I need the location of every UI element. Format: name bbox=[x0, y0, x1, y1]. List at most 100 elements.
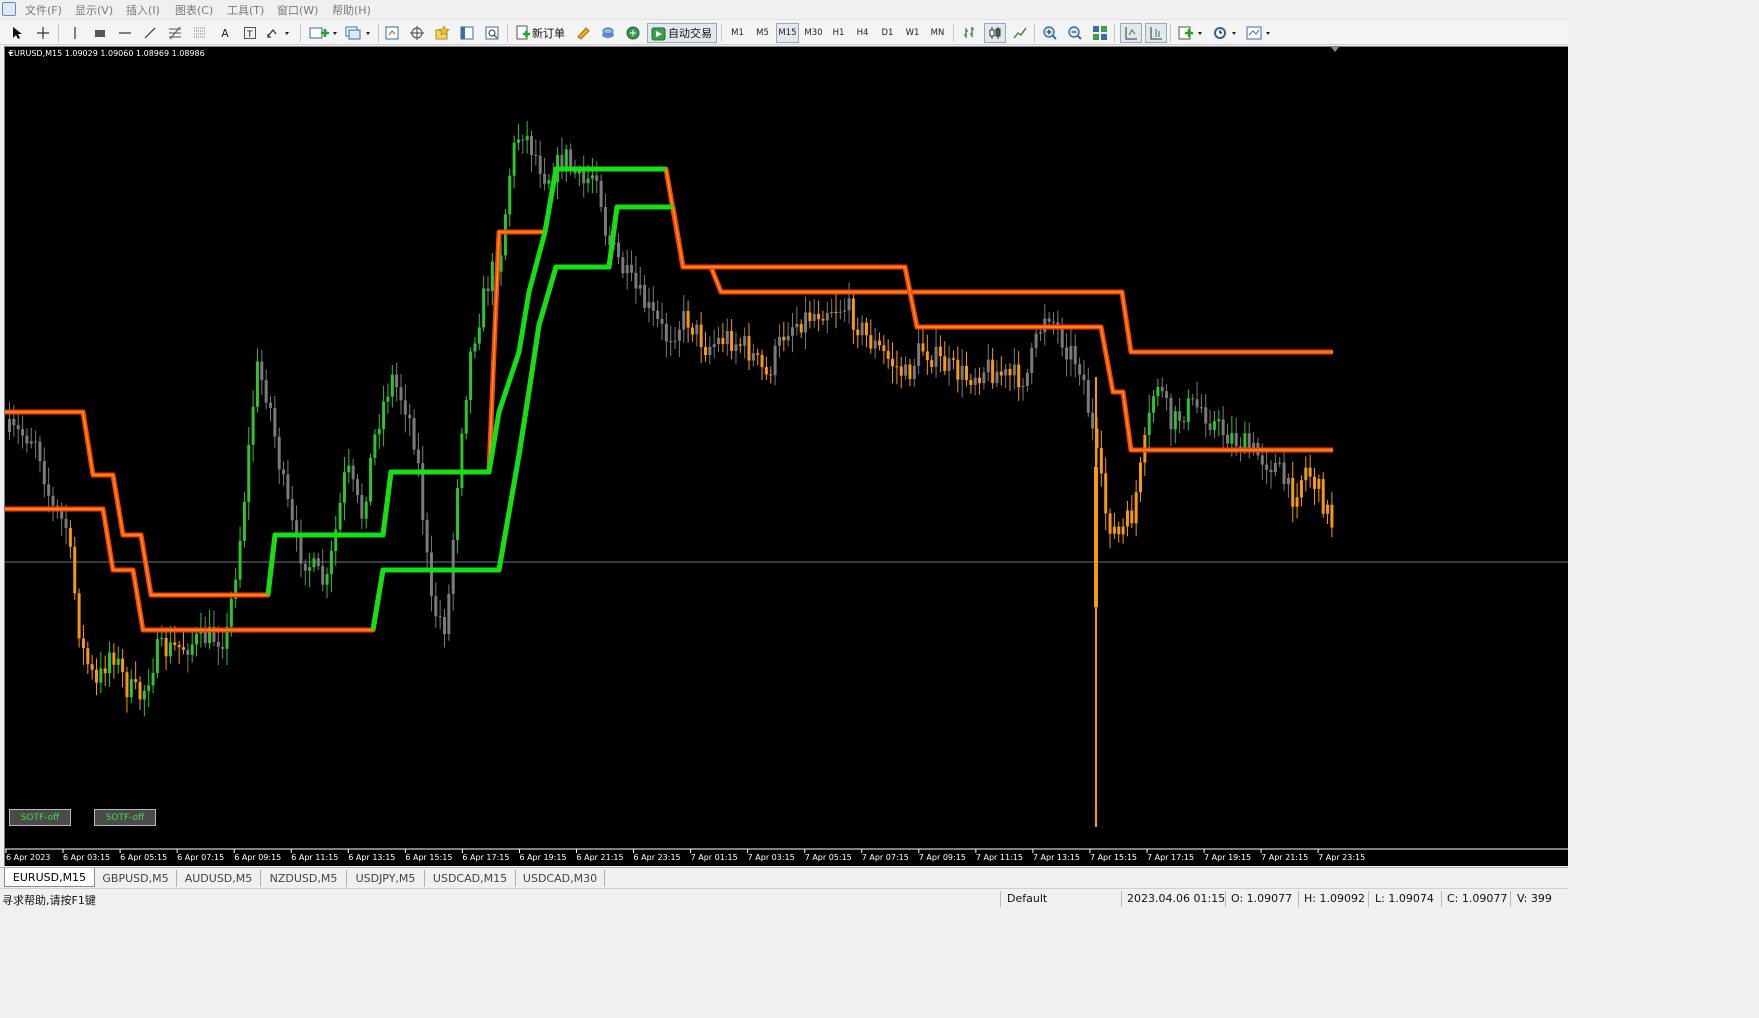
candle-body bbox=[360, 495, 364, 519]
timeframe-mn[interactable]: MN bbox=[926, 23, 949, 43]
price-chart[interactable]: 6 Apr 2023 6 Apr 03:15 6 Apr 05:15 6 Apr 07… bbox=[4, 46, 1568, 866]
candle-body bbox=[673, 340, 677, 342]
data-window-icon[interactable] bbox=[406, 23, 428, 43]
vertical-line-icon[interactable] bbox=[64, 23, 86, 43]
metaeditor-icon[interactable] bbox=[572, 23, 594, 43]
menu-view[interactable]: 显示(V) bbox=[75, 2, 113, 18]
menu-window[interactable]: 窗口(W) bbox=[277, 2, 318, 18]
tab-gbpusd-m5[interactable]: GBPUSD,M5 bbox=[95, 870, 177, 887]
candle-body bbox=[777, 336, 781, 346]
candle-body bbox=[1204, 407, 1208, 424]
tab-eurusd-m15[interactable]: EURUSD,M15 bbox=[4, 868, 95, 887]
candle-body bbox=[151, 672, 155, 686]
periods-icon[interactable] bbox=[1210, 23, 1240, 43]
navigator-icon[interactable] bbox=[431, 23, 453, 43]
indicators-icon[interactable] bbox=[1176, 23, 1206, 43]
candlestick-chart-icon[interactable] bbox=[984, 23, 1006, 43]
tab-audusd-m5[interactable]: AUDUSD,M5 bbox=[177, 870, 261, 887]
candle-body bbox=[160, 637, 164, 640]
candle-body bbox=[1082, 374, 1086, 381]
templates-icon[interactable] bbox=[1244, 23, 1274, 43]
auto-trading-button[interactable]: 自动交易 bbox=[647, 23, 717, 43]
candle-body bbox=[699, 324, 703, 348]
candle-body bbox=[68, 527, 72, 547]
candle-body bbox=[190, 644, 194, 655]
menu-help[interactable]: 帮助(H) bbox=[332, 2, 371, 18]
timeframe-h1[interactable]: H1 bbox=[827, 23, 850, 43]
timeframe-m5[interactable]: M5 bbox=[751, 23, 774, 43]
candle-body bbox=[1286, 477, 1290, 485]
timeframe-m30[interactable]: M30 bbox=[801, 23, 826, 43]
timeframe-m1[interactable]: M1 bbox=[726, 23, 749, 43]
bar-chart-icon[interactable] bbox=[959, 23, 981, 43]
menu-charts[interactable]: 图表(C) bbox=[175, 2, 213, 18]
candle-body bbox=[112, 652, 116, 665]
line-chart-icon[interactable] bbox=[1009, 23, 1031, 43]
rectangle-icon[interactable] bbox=[89, 23, 111, 43]
tab-usdcad-m30[interactable]: USDCAD,M30 bbox=[516, 870, 605, 887]
channel-icon[interactable] bbox=[189, 23, 211, 43]
candle-body bbox=[856, 329, 860, 336]
new-order-button[interactable]: 新订单 bbox=[512, 23, 565, 43]
tab-usdcad-m15[interactable]: USDCAD,M15 bbox=[425, 870, 516, 887]
candle-body bbox=[1165, 391, 1169, 398]
chart-shift-icon[interactable] bbox=[1120, 23, 1142, 43]
candle-body bbox=[21, 429, 25, 436]
tile-windows-icon[interactable] bbox=[1089, 23, 1111, 43]
crosshair-icon[interactable] bbox=[32, 23, 54, 43]
vps-icon[interactable] bbox=[622, 23, 644, 43]
horizontal-line-icon[interactable] bbox=[114, 23, 136, 43]
candle-body bbox=[1208, 423, 1212, 430]
signals-icon[interactable] bbox=[597, 23, 619, 43]
time-axis-label: 7 Apr 01:15 bbox=[691, 853, 738, 862]
candle-body bbox=[386, 396, 390, 402]
candle-body bbox=[969, 380, 973, 385]
trendline-icon[interactable] bbox=[139, 23, 161, 43]
candle-body bbox=[247, 444, 251, 502]
new-chart-icon[interactable] bbox=[306, 23, 338, 43]
arrow-icon[interactable] bbox=[264, 23, 294, 43]
zoom-out-icon[interactable] bbox=[1064, 23, 1086, 43]
candle-body bbox=[1273, 462, 1277, 473]
tab-usdjpy-m5[interactable]: USDJPY,M5 bbox=[347, 870, 425, 887]
timeframe-h4[interactable]: H4 bbox=[851, 23, 874, 43]
candle-body bbox=[947, 358, 951, 372]
candle-body bbox=[569, 149, 573, 167]
market-watch-icon[interactable] bbox=[381, 23, 403, 43]
profiles-icon[interactable] bbox=[341, 23, 373, 43]
timeframe-d1[interactable]: D1 bbox=[876, 23, 899, 43]
candle-body bbox=[347, 465, 351, 473]
candle-body bbox=[416, 449, 420, 464]
candle-body bbox=[242, 501, 246, 541]
timeframe-w1[interactable]: W1 bbox=[901, 23, 924, 43]
menu-file[interactable]: 文件(F) bbox=[25, 2, 62, 18]
strategy-tester-icon[interactable] bbox=[481, 23, 503, 43]
candle-body bbox=[273, 407, 277, 437]
timeframe-m15[interactable]: M15 bbox=[776, 23, 799, 43]
candle-body bbox=[821, 319, 825, 321]
time-axis-label: 6 Apr 17:15 bbox=[462, 853, 509, 862]
zoom-in-icon[interactable] bbox=[1039, 23, 1061, 43]
cursor-icon[interactable] bbox=[6, 23, 28, 43]
menu-tools[interactable]: 工具(T) bbox=[227, 2, 264, 18]
candle-body bbox=[364, 501, 368, 519]
fibonacci-icon[interactable] bbox=[164, 23, 186, 43]
candle-body bbox=[538, 155, 542, 174]
candle-body bbox=[325, 574, 329, 585]
tab-nzdusd-m5[interactable]: NZDUSD,M5 bbox=[261, 870, 347, 887]
text-label-icon[interactable]: T bbox=[239, 23, 261, 43]
sotf-button-1[interactable]: SOTF-off bbox=[9, 809, 71, 826]
time-axis-label: 7 Apr 05:15 bbox=[805, 853, 852, 862]
candle-body bbox=[717, 337, 721, 345]
candle-body bbox=[260, 361, 264, 381]
candle-body bbox=[90, 664, 94, 670]
text-icon[interactable]: A bbox=[214, 23, 236, 43]
autoscroll-icon[interactable] bbox=[1145, 23, 1167, 43]
candle-body bbox=[590, 175, 594, 179]
candle-body bbox=[51, 495, 55, 506]
menu-insert[interactable]: 插入(I) bbox=[126, 2, 160, 18]
candle-body bbox=[951, 358, 955, 360]
sotf-button-2[interactable]: SOTF-off bbox=[94, 809, 156, 826]
terminal-icon[interactable] bbox=[456, 23, 478, 43]
candle-body bbox=[873, 340, 877, 349]
